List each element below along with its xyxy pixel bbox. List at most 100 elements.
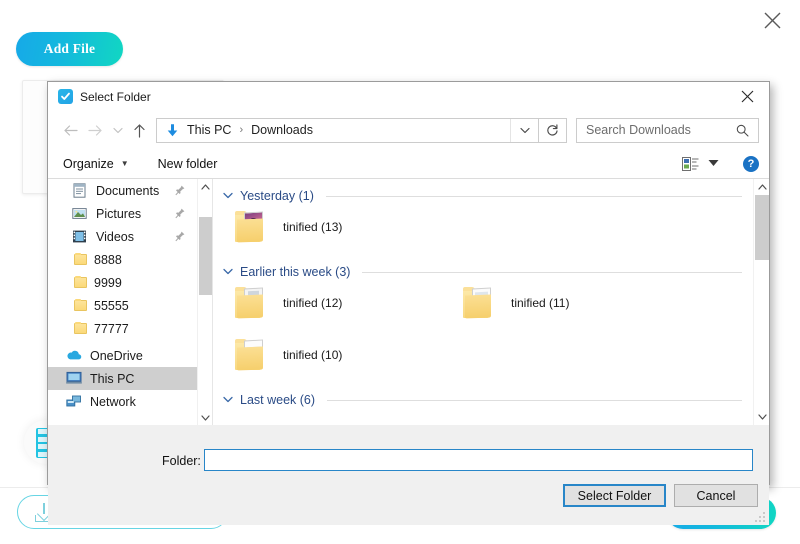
view-layout-icon[interactable] xyxy=(682,157,699,172)
dialog-close-button[interactable] xyxy=(725,82,769,111)
pin-icon xyxy=(175,185,185,196)
group-header-yesterday[interactable]: Yesterday (1) xyxy=(223,189,742,203)
cancel-label: Cancel xyxy=(697,489,736,503)
folder-with-photo-icon xyxy=(235,211,271,243)
organize-button[interactable]: Organize ▼ xyxy=(63,157,129,171)
back-button[interactable] xyxy=(58,118,83,142)
dialog-toolbar: Organize ▼ New folder xyxy=(48,149,769,179)
file-name: tinified (10) xyxy=(283,348,342,362)
refresh-button[interactable] xyxy=(539,118,567,143)
breadcrumb-separator: › xyxy=(239,124,243,136)
refresh-icon xyxy=(546,124,559,137)
folder-icon xyxy=(74,300,87,311)
network-icon xyxy=(66,394,83,410)
app-checkmark-icon xyxy=(58,89,73,104)
toolbar-right-group: ? xyxy=(682,149,759,179)
breadcrumb-item-this-pc[interactable]: This PC xyxy=(187,123,231,137)
group-title: Yesterday (1) xyxy=(240,189,314,203)
file-list-scrollbar-thumb[interactable] xyxy=(755,195,769,260)
chevron-down-icon xyxy=(223,394,233,406)
sidebar-item-network[interactable]: Network xyxy=(48,390,197,413)
breadcrumb[interactable]: This PC › Downloads xyxy=(156,118,539,143)
file-name: tinified (13) xyxy=(283,220,342,234)
sidebar-item-8888[interactable]: 8888 xyxy=(48,248,197,271)
organize-label: Organize xyxy=(63,157,114,171)
file-name: tinified (12) xyxy=(283,296,342,310)
navigation-scrollbar-thumb[interactable] xyxy=(199,217,212,295)
folder-icon xyxy=(74,323,87,334)
help-icon[interactable]: ? xyxy=(743,156,759,172)
sidebar-item-55555[interactable]: 55555 xyxy=(48,294,197,317)
sidebar-item-label: This PC xyxy=(90,372,134,386)
chevron-up-icon xyxy=(758,184,767,190)
pin-icon xyxy=(175,231,185,242)
sidebar-item-77777[interactable]: 77777 xyxy=(48,317,197,340)
chevron-down-icon xyxy=(223,266,233,278)
up-button[interactable] xyxy=(127,118,152,142)
group-title: Earlier this week (3) xyxy=(240,265,350,279)
sidebar-item-label: Documents xyxy=(96,184,159,198)
list-item[interactable]: tinified (13) xyxy=(235,211,342,243)
help-label: ? xyxy=(748,158,755,170)
list-item[interactable]: tinified (12) xyxy=(235,287,342,319)
folder-input[interactable] xyxy=(204,449,753,471)
add-file-button[interactable]: Add File xyxy=(16,32,123,66)
navigation-scrollbar[interactable] xyxy=(197,179,212,425)
scroll-up-button[interactable] xyxy=(198,179,213,194)
sidebar-item-videos[interactable]: Videos xyxy=(48,225,197,248)
forward-button[interactable] xyxy=(83,118,108,142)
scroll-up-button[interactable] xyxy=(754,179,769,195)
chevron-up-icon xyxy=(201,184,210,190)
this-pc-icon xyxy=(66,371,83,387)
arrow-right-icon xyxy=(88,124,103,137)
new-folder-button[interactable]: New folder xyxy=(158,157,218,171)
chevron-down-icon xyxy=(520,127,530,134)
chevron-down-icon xyxy=(113,127,123,134)
group-header-last-week[interactable]: Last week (6) xyxy=(223,393,742,407)
breadcrumb-dropdown-button[interactable] xyxy=(510,119,538,142)
sidebar-item-label: Pictures xyxy=(96,207,141,221)
dialog-body: Documents Pictures xyxy=(48,179,769,425)
select-folder-button[interactable]: Select Folder xyxy=(563,484,666,507)
sidebar-item-label: 8888 xyxy=(94,253,122,267)
folder-with-photo-icon xyxy=(235,287,271,319)
group-title: Last week (6) xyxy=(240,393,315,407)
file-list-scrollbar[interactable] xyxy=(753,179,769,425)
add-file-label: Add File xyxy=(44,41,95,57)
search-icon xyxy=(736,124,749,137)
sidebar-item-9999[interactable]: 9999 xyxy=(48,271,197,294)
arrow-left-icon xyxy=(63,124,78,137)
sidebar-item-this-pc[interactable]: This PC xyxy=(48,367,197,390)
search-input[interactable]: Search Downloads xyxy=(576,118,759,143)
breadcrumb-item-downloads[interactable]: Downloads xyxy=(251,123,313,137)
sidebar-item-documents[interactable]: Documents xyxy=(48,179,197,202)
sidebar-item-label: Videos xyxy=(96,230,134,244)
view-dropdown-button[interactable] xyxy=(708,159,719,169)
recent-locations-button[interactable] xyxy=(108,118,127,142)
onedrive-icon xyxy=(66,348,83,364)
sidebar-item-label: 77777 xyxy=(94,322,129,336)
file-name: tinified (11) xyxy=(511,296,569,310)
resize-grip[interactable] xyxy=(755,512,766,523)
scroll-down-button[interactable] xyxy=(754,409,769,425)
sidebar-item-pictures[interactable]: Pictures xyxy=(48,202,197,225)
close-icon xyxy=(741,90,754,103)
chevron-down-icon xyxy=(708,159,719,167)
group-header-earlier-this-week[interactable]: Earlier this week (3) xyxy=(223,265,742,279)
sidebar-item-onedrive[interactable]: OneDrive xyxy=(48,344,197,367)
group-divider xyxy=(327,400,742,401)
app-close-button[interactable] xyxy=(756,4,788,36)
scroll-down-button[interactable] xyxy=(198,410,213,425)
cancel-button[interactable]: Cancel xyxy=(674,484,758,507)
pin-icon xyxy=(175,208,185,219)
folder-with-photo-icon xyxy=(463,287,499,319)
arrow-up-icon xyxy=(133,123,146,138)
group-divider xyxy=(362,272,742,273)
search-placeholder: Search Downloads xyxy=(577,123,736,137)
select-folder-label: Select Folder xyxy=(578,489,652,503)
list-item[interactable]: tinified (11) xyxy=(463,287,569,319)
videos-icon xyxy=(72,229,89,245)
group-divider xyxy=(326,196,742,197)
list-item[interactable]: tinified (10) xyxy=(235,339,342,371)
dialog-titlebar[interactable]: Select Folder xyxy=(48,82,769,111)
